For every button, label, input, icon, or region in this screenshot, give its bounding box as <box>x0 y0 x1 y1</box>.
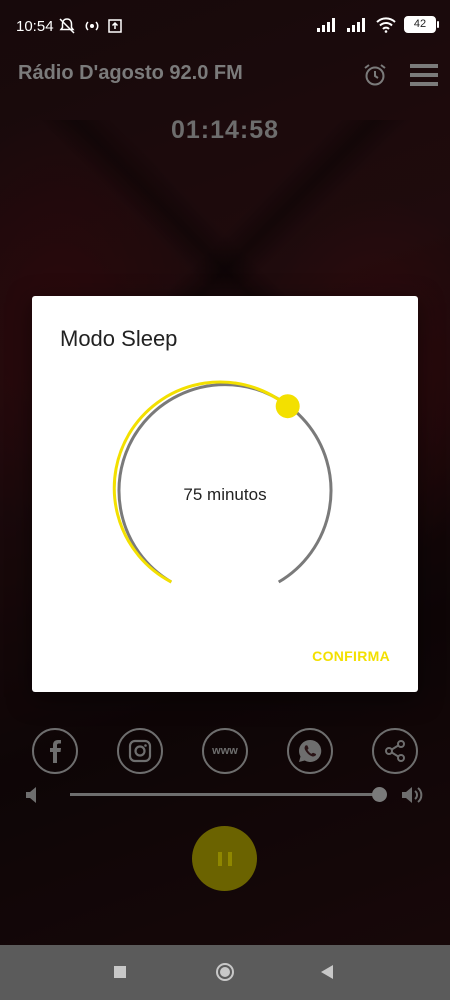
pause-button[interactable] <box>192 826 257 891</box>
signal-icon-2 <box>347 17 365 32</box>
status-left-icons <box>58 17 122 35</box>
instagram-button[interactable] <box>117 728 163 774</box>
elapsed-timer: 01:14:58 <box>170 116 280 144</box>
share-button[interactable] <box>372 728 418 774</box>
confirm-button[interactable]: CONFIRMA <box>312 648 390 664</box>
social-links: www <box>32 728 418 774</box>
menu-icon[interactable] <box>410 64 438 86</box>
volume-control <box>24 784 428 806</box>
back-icon[interactable] <box>320 964 334 980</box>
status-bar: 10:54 42 <box>0 0 450 54</box>
www-icon: www <box>212 745 238 757</box>
home-icon[interactable] <box>215 962 235 982</box>
battery-level: 42 <box>413 18 427 30</box>
status-time: 10:54 <box>16 18 54 35</box>
whatsapp-icon <box>299 739 322 762</box>
facebook-button[interactable] <box>32 728 78 774</box>
whatsapp-button[interactable] <box>287 728 333 774</box>
battery-indicator: 42 <box>404 16 439 33</box>
volume-low-icon[interactable] <box>24 784 40 806</box>
website-button[interactable]: www <box>202 728 248 774</box>
volume-slider-thumb[interactable] <box>372 787 387 802</box>
pause-icon <box>217 851 232 866</box>
wifi-icon <box>376 16 396 33</box>
sleep-mode-dialog: Modo Sleep 75 minutos CONFIRMA <box>32 296 418 692</box>
hotspot-icon <box>85 21 99 31</box>
dial-thumb[interactable] <box>275 394 300 419</box>
volume-high-icon[interactable] <box>400 784 426 806</box>
status-right-icons: 42 <box>316 16 439 33</box>
muted-bell-icon <box>59 18 75 34</box>
upload-icon <box>108 19 122 33</box>
instagram-icon <box>128 739 152 763</box>
share-icon <box>385 740 405 762</box>
alarm-clock-icon[interactable] <box>362 62 388 88</box>
recents-icon[interactable] <box>113 965 127 979</box>
dialog-title: Modo Sleep <box>60 326 178 351</box>
volume-slider-track[interactable] <box>70 793 380 796</box>
dial-track <box>117 383 333 584</box>
signal-icon <box>317 17 335 32</box>
system-nav-bar <box>0 945 450 1000</box>
facebook-icon <box>50 740 61 763</box>
station-title: Rádio D'agosto 92.0 FM <box>18 62 243 84</box>
sleep-minutes-label: 75 minutos <box>183 485 267 504</box>
